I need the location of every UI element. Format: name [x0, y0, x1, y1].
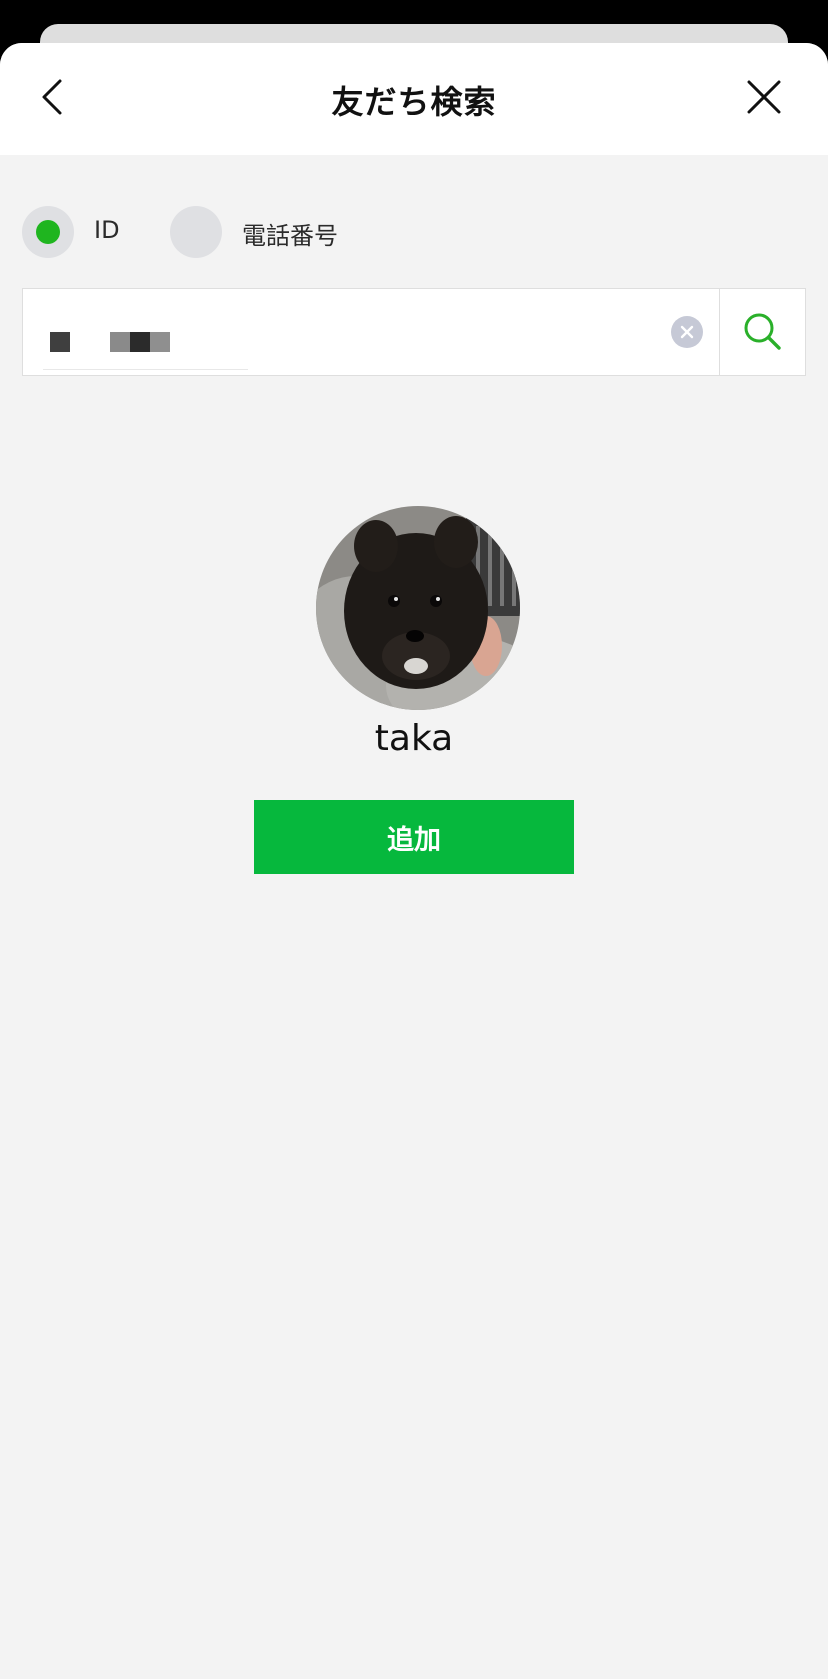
redacted-block — [130, 332, 150, 352]
radio-id[interactable]: ID — [22, 206, 152, 258]
radio-circle — [170, 206, 222, 258]
header: 友だち検索 — [0, 43, 828, 155]
radio-phone-number-label: 電話番号 — [242, 222, 338, 250]
avatar[interactable] — [316, 506, 520, 710]
friend-search-sheet: 友だち検索 ID 電話番号 taka 追加 — [0, 43, 828, 1679]
add-friend-button[interactable]: 追加 — [254, 800, 574, 874]
radio-circle — [22, 206, 74, 258]
clear-button[interactable] — [671, 316, 703, 348]
search-icon — [744, 313, 781, 350]
search-input[interactable] — [43, 303, 663, 361]
input-underline — [43, 369, 248, 370]
close-button[interactable] — [740, 73, 788, 121]
redacted-block — [50, 332, 70, 352]
page-title: 友だち検索 — [331, 83, 497, 121]
redacted-block — [110, 332, 130, 352]
user-name: taka — [374, 718, 454, 759]
radio-phone-number[interactable]: 電話番号 — [170, 206, 370, 258]
radio-id-label: ID — [94, 216, 120, 244]
close-icon — [747, 80, 781, 114]
clear-icon — [680, 325, 694, 339]
search-button[interactable] — [719, 289, 805, 375]
redacted-block — [150, 332, 170, 352]
radio-selected-dot — [36, 220, 60, 244]
search-box — [22, 288, 806, 376]
avatar-photo — [316, 506, 520, 710]
